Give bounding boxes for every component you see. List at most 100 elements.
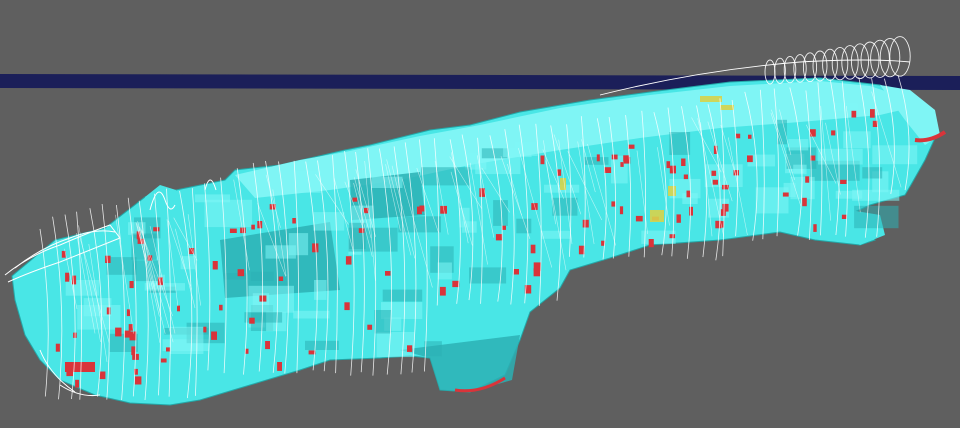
hull-panel (755, 187, 789, 214)
red-mark (278, 276, 284, 281)
red-mark (352, 197, 358, 202)
hull-panel (195, 194, 230, 203)
red-mark (212, 261, 218, 270)
red-mark (851, 110, 857, 118)
hull-panel (292, 170, 321, 193)
red-mark (367, 324, 373, 330)
red-mark (211, 331, 217, 340)
hull-panel (788, 139, 809, 151)
hull-panel (169, 326, 204, 354)
red-mark (513, 269, 519, 275)
hull-panel (793, 164, 807, 175)
red-mark (407, 345, 413, 352)
red-mark (495, 234, 503, 241)
yellow-mark (650, 210, 664, 222)
yellow-mark (700, 96, 722, 102)
red-mark (251, 224, 255, 230)
hull-panel (540, 230, 571, 239)
red-mark (75, 379, 80, 388)
red-mark (810, 129, 816, 137)
red-mark (870, 109, 875, 118)
red-mark (106, 307, 111, 315)
red-mark (166, 347, 171, 352)
hull-panel (313, 212, 345, 231)
red-mark (748, 134, 752, 139)
red-mark (126, 309, 130, 317)
red-mark (601, 240, 605, 246)
red-mark (802, 197, 807, 207)
red-mark (712, 179, 718, 185)
red-mark (249, 317, 255, 324)
red-mark (805, 176, 810, 183)
red-mark (358, 228, 365, 233)
red-mark (623, 155, 630, 162)
hull-panel (833, 103, 858, 112)
red-mark (683, 174, 688, 180)
red-mark (540, 155, 545, 165)
red-mark (153, 227, 160, 232)
red-mark (841, 214, 847, 219)
red-mark (611, 154, 618, 160)
red-mark (65, 362, 95, 372)
red-mark (219, 304, 223, 311)
red-mark (669, 234, 676, 239)
red-mark (344, 302, 350, 311)
hull-panel (503, 147, 532, 158)
red-mark (681, 158, 686, 166)
red-mark (312, 243, 319, 253)
red-mark (530, 244, 536, 254)
hull-panel (552, 197, 578, 216)
red-mark (782, 192, 789, 197)
hull-panel (371, 176, 403, 188)
red-mark (666, 161, 671, 169)
red-mark (711, 170, 717, 176)
red-mark (582, 219, 589, 228)
red-mark (203, 326, 207, 333)
red-mark (385, 271, 391, 276)
hull-panel (852, 189, 900, 201)
hull-panel (314, 280, 327, 300)
hull-panel (424, 341, 442, 357)
red-mark (131, 346, 136, 356)
red-mark (55, 343, 60, 352)
red-mark (277, 362, 282, 371)
red-mark (611, 201, 616, 207)
red-mark (676, 214, 681, 223)
red-mark (160, 358, 167, 363)
hull-panel (288, 233, 309, 256)
red-mark (619, 206, 624, 215)
hull-panel (437, 262, 452, 280)
hull-panel (106, 257, 137, 275)
red-mark (124, 330, 131, 338)
bow-ring (831, 46, 849, 81)
red-mark (635, 215, 643, 222)
hull-panel (248, 285, 294, 313)
hull-panel (204, 199, 253, 228)
red-mark (229, 228, 237, 233)
3d-viewport[interactable] (0, 0, 960, 428)
red-mark (177, 305, 180, 312)
red-mark (439, 286, 446, 296)
red-mark (720, 209, 726, 216)
bow-ring (841, 45, 859, 80)
yellow-mark (720, 105, 734, 110)
red-mark (840, 179, 847, 184)
red-mark (533, 268, 541, 277)
wireframe-ship-render (0, 36, 960, 406)
red-mark (292, 218, 296, 224)
hull-panel (305, 340, 339, 350)
red-mark (686, 190, 691, 198)
yellow-mark (668, 186, 676, 196)
red-mark (831, 130, 836, 136)
red-mark (134, 376, 142, 385)
red-mark (596, 154, 600, 162)
hull-panel (421, 167, 470, 186)
hull-panel (854, 205, 899, 229)
red-mark (129, 281, 134, 289)
red-mark (648, 239, 654, 248)
red-mark (65, 272, 70, 282)
red-mark (689, 206, 693, 216)
red-mark (115, 327, 122, 337)
red-mark (813, 224, 817, 232)
red-mark (105, 255, 111, 263)
